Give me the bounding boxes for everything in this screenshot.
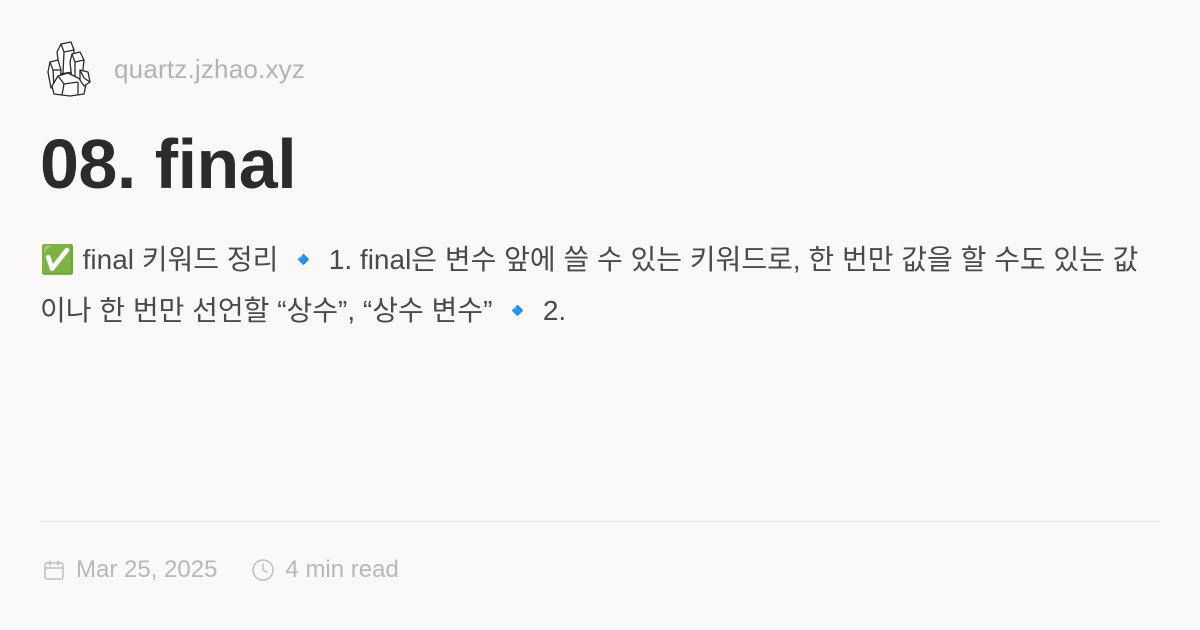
reading-time-info: 4 min read (251, 556, 399, 584)
site-header: quartz.jzhao.xyz (44, 40, 305, 98)
page-meta: Mar 25, 2025 4 min read (42, 556, 399, 584)
crystal-cluster-icon[interactable] (44, 40, 92, 98)
divider (40, 521, 1160, 522)
publish-date: Mar 25, 2025 (76, 556, 218, 583)
reading-time: 4 min read (285, 556, 399, 583)
page-description: ✅ final 키워드 정리 🔹 1. final은 변수 앞에 쓸 수 있는 … (40, 244, 1139, 326)
date-info: Mar 25, 2025 (42, 556, 217, 584)
clock-icon (252, 559, 275, 581)
calendar-icon (44, 560, 64, 580)
site-name[interactable]: quartz.jzhao.xyz (114, 54, 305, 85)
page-title: 08. final (40, 125, 297, 203)
